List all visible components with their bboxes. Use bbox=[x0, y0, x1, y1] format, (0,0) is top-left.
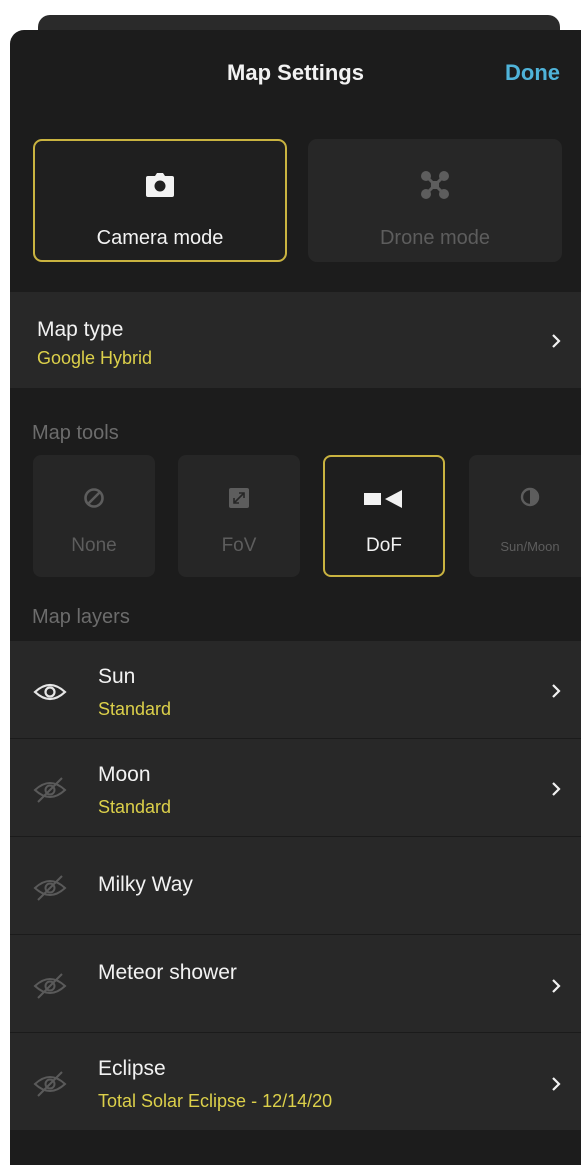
eye-off-icon[interactable] bbox=[32, 1071, 68, 1097]
chevron-right-icon bbox=[552, 979, 561, 993]
map-type-label: Map type bbox=[37, 318, 124, 341]
tool-fov-button[interactable]: FoV bbox=[178, 455, 300, 577]
layer-name: Milky Way bbox=[98, 873, 193, 896]
tool-sun-moon-label: Sun/Moon bbox=[500, 539, 560, 554]
layer-row-sun[interactable]: Sun Standard bbox=[10, 641, 581, 738]
header: Map Settings Done bbox=[10, 30, 581, 120]
layer-value: Total Solar Eclipse - 12/14/20 bbox=[98, 1091, 333, 1111]
map-type-row[interactable]: Map type Google Hybrid bbox=[10, 292, 581, 388]
layer-name: Meteor shower bbox=[98, 961, 237, 984]
layer-row-milky-way[interactable]: Milky Way bbox=[10, 837, 581, 934]
camera-icon bbox=[35, 173, 285, 203]
drone-mode-label: Drone mode bbox=[379, 227, 491, 249]
map-tools-heading: Map tools bbox=[32, 422, 119, 444]
chevron-right-icon bbox=[552, 782, 561, 796]
dof-icon bbox=[325, 489, 443, 513]
drone-mode-button[interactable]: Drone mode bbox=[308, 139, 562, 262]
eye-icon[interactable] bbox=[32, 679, 68, 705]
tool-fov-label: FoV bbox=[221, 535, 257, 556]
sun-moon-icon bbox=[469, 487, 581, 511]
layer-row-moon[interactable]: Moon Standard bbox=[10, 739, 581, 836]
map-type-value: Google Hybrid bbox=[37, 348, 153, 368]
chevron-right-icon bbox=[552, 1077, 561, 1091]
tool-dof-label: DoF bbox=[366, 535, 402, 556]
chevron-right-icon bbox=[552, 684, 561, 698]
none-icon bbox=[33, 487, 155, 511]
mode-selector: Camera mode Drone mode bbox=[10, 120, 581, 291]
tool-none-label: None bbox=[71, 535, 117, 556]
layer-row-eclipse[interactable]: Eclipse Total Solar Eclipse - 12/14/20 bbox=[10, 1033, 581, 1130]
eye-off-icon[interactable] bbox=[32, 777, 68, 803]
camera-mode-button[interactable]: Camera mode bbox=[33, 139, 287, 262]
done-button[interactable]: Done bbox=[505, 60, 560, 86]
tool-none-button[interactable]: None bbox=[33, 455, 155, 577]
layer-value: Standard bbox=[98, 699, 172, 719]
tool-dof-button[interactable]: DoF bbox=[323, 455, 445, 577]
layer-name: Eclipse bbox=[98, 1057, 166, 1080]
layer-name: Sun bbox=[98, 665, 136, 688]
map-layers-heading: Map layers bbox=[32, 606, 130, 628]
layer-row-meteor-shower[interactable]: Meteor shower bbox=[10, 935, 581, 1032]
layer-value: Standard bbox=[98, 797, 172, 817]
page-title: Map Settings bbox=[227, 60, 364, 85]
tool-sun-moon-button[interactable]: Sun/Moon bbox=[469, 455, 581, 577]
drone-icon bbox=[308, 171, 562, 201]
eye-off-icon[interactable] bbox=[32, 875, 68, 901]
fov-icon bbox=[178, 487, 300, 511]
eye-off-icon[interactable] bbox=[32, 973, 68, 999]
layer-name: Moon bbox=[98, 763, 151, 786]
chevron-right-icon bbox=[552, 334, 561, 348]
map-settings-sheet: Map Settings Done Camera mode Drone mode… bbox=[10, 30, 581, 1165]
camera-mode-label: Camera mode bbox=[96, 227, 224, 249]
